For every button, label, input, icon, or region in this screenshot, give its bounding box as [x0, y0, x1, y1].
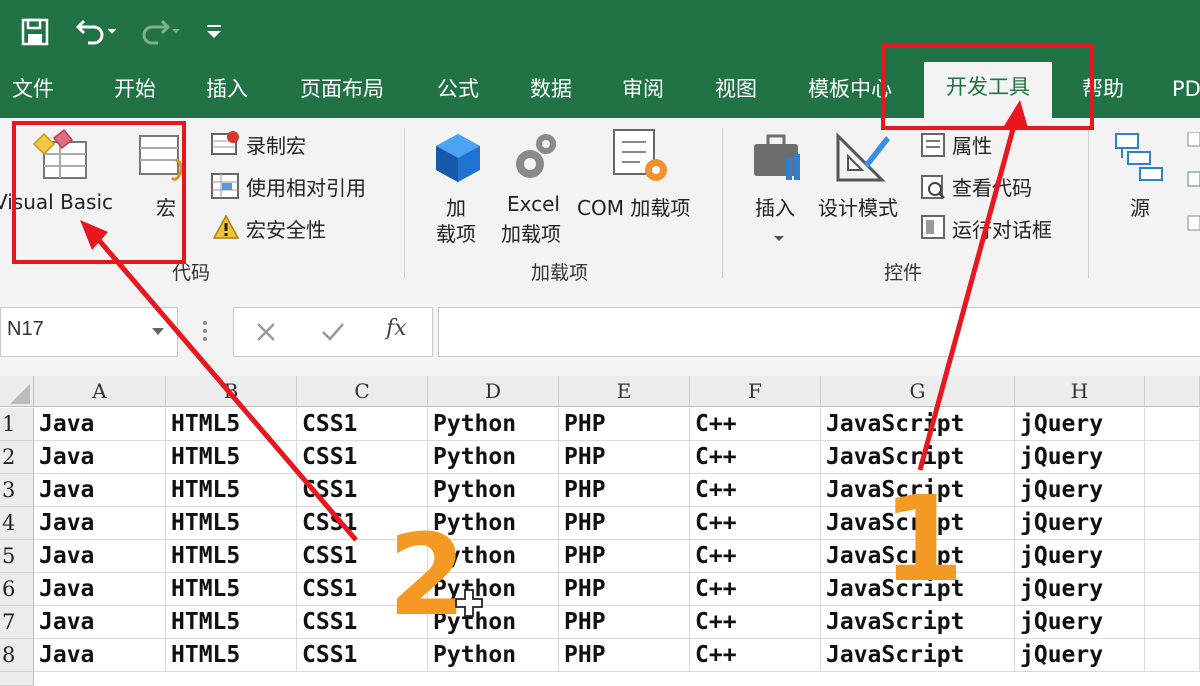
annotation-arrows: [80, 100, 1028, 542]
cell-cursor-icon: [454, 588, 484, 622]
annotation-step-1: 1: [882, 470, 965, 608]
